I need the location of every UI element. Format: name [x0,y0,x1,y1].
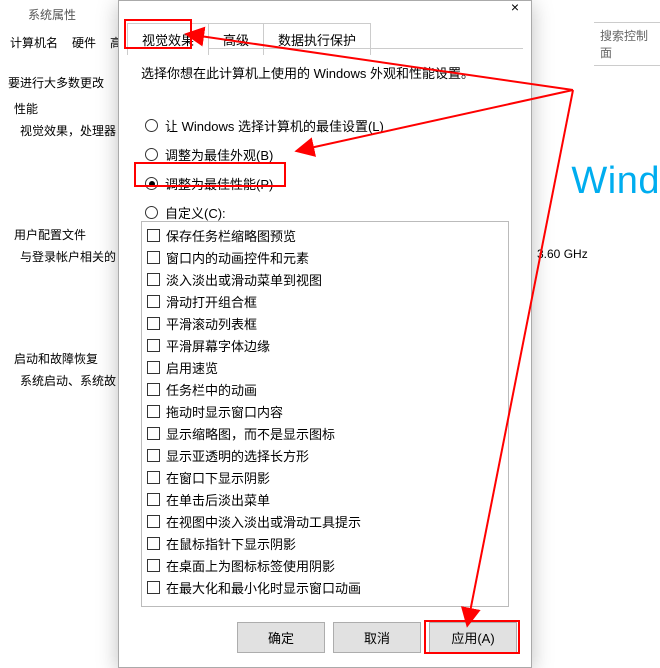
apply-button[interactable]: 应用(A) [429,622,517,653]
radio-icon [145,177,158,190]
profile-group-desc: 与登录帐户相关的 [20,248,116,265]
tab-visual-effects[interactable]: 视觉效果 [127,23,209,55]
check-item[interactable]: 在最大化和最小化时显示窗口动画 [146,576,504,598]
check-label: 在最大化和最小化时显示窗口动画 [166,578,361,597]
check-item[interactable]: 在视图中淡入淡出或滑动工具提示 [146,510,504,532]
checkbox-icon [147,405,160,418]
checkbox-icon [147,559,160,572]
check-label: 保存任务栏缩略图预览 [166,226,296,245]
check-item[interactable]: 平滑滚动列表框 [146,312,504,334]
radio-label: 让 Windows 选择计算机的最佳设置(L) [165,116,384,135]
check-item[interactable]: 任务栏中的动画 [146,378,504,400]
tab-dep[interactable]: 数据执行保护 [263,23,371,55]
check-item[interactable]: 显示亚透明的选择长方形 [146,444,504,466]
check-item[interactable]: 在鼠标指针下显示阴影 [146,532,504,554]
check-item[interactable]: 窗口内的动画控件和元素 [146,246,504,268]
check-label: 滑动打开组合框 [166,292,257,311]
checkbox-icon [147,471,160,484]
tab-hardware[interactable]: 硬件 [70,30,98,55]
check-label: 显示缩略图，而不是显示图标 [166,424,335,443]
checkbox-icon [147,317,160,330]
check-label: 在窗口下显示阴影 [166,468,270,487]
checkbox-icon [147,581,160,594]
perf-group-header: 性能 [14,100,38,117]
check-item[interactable]: 在窗口下显示阴影 [146,466,504,488]
check-label: 显示亚透明的选择长方形 [166,446,309,465]
checkbox-icon [147,515,160,528]
checkbox-icon [147,273,160,286]
radio-label: 调整为最佳性能(P) [165,174,273,193]
check-item[interactable]: 保存任务栏缩略图预览 [146,224,504,246]
checkbox-icon [147,229,160,242]
check-label: 平滑屏幕字体边缘 [166,336,270,355]
cpu-frequency-label: 3.60 GHz [537,247,588,261]
startup-group-desc: 系统启动、系统故 [20,372,116,389]
check-label: 启用速览 [166,358,218,377]
checkbox-icon [147,361,160,374]
checkbox-icon [147,427,160,440]
radio-best-look[interactable]: 调整为最佳外观(B) [141,140,509,169]
check-label: 平滑滚动列表框 [166,314,257,333]
radio-group: 让 Windows 选择计算机的最佳设置(L) 调整为最佳外观(B) 调整为最佳… [141,111,509,227]
cancel-button[interactable]: 取消 [333,622,421,653]
radio-label: 自定义(C): [165,203,226,222]
back-window-tabs: 计算机名 硬件 高级 [8,30,136,55]
radio-icon [145,206,158,219]
radio-let-windows[interactable]: 让 Windows 选择计算机的最佳设置(L) [141,111,509,140]
check-item[interactable]: 淡入淡出或滑动菜单到视图 [146,268,504,290]
windows-brand-text: Wind [571,160,660,203]
check-item[interactable]: 显示缩略图，而不是显示图标 [146,422,504,444]
close-icon[interactable]: × [503,0,527,15]
dialog-buttons: 确定 取消 应用(A) [237,622,517,653]
check-item[interactable]: 滑动打开组合框 [146,290,504,312]
performance-options-dialog: × 视觉效果 高级 数据执行保护 选择你想在此计算机上使用的 Windows 外… [118,0,532,668]
check-item[interactable]: 平滑屏幕字体边缘 [146,334,504,356]
tab-computer-name[interactable]: 计算机名 [8,30,60,55]
check-label: 任务栏中的动画 [166,380,257,399]
check-label: 在单击后淡出菜单 [166,490,270,509]
check-label: 拖动时显示窗口内容 [166,402,283,421]
profile-group-header: 用户配置文件 [14,226,86,243]
check-label: 在桌面上为图标标签使用阴影 [166,556,335,575]
radio-label: 调整为最佳外观(B) [165,145,273,164]
checkbox-icon [147,493,160,506]
radio-best-performance[interactable]: 调整为最佳性能(P) [141,169,509,198]
check-item[interactable]: 拖动时显示窗口内容 [146,400,504,422]
radio-icon [145,119,158,132]
check-item[interactable]: 在单击后淡出菜单 [146,488,504,510]
radio-icon [145,148,158,161]
back-window-title: 系统属性 [28,6,76,23]
checkbox-icon [147,449,160,462]
check-label: 淡入淡出或滑动菜单到视图 [166,270,322,289]
dialog-tabs: 视觉效果 高级 数据执行保护 [127,23,371,55]
check-item[interactable]: 在桌面上为图标标签使用阴影 [146,554,504,576]
checkbox-icon [147,339,160,352]
checkbox-icon [147,383,160,396]
intro-text: 选择你想在此计算机上使用的 Windows 外观和性能设置。 [141,63,509,82]
change-notice: 要进行大多数更改 [8,74,104,91]
startup-group-header: 启动和故障恢复 [14,350,98,367]
checkbox-icon [147,295,160,308]
visual-effects-list[interactable]: 保存任务栏缩略图预览窗口内的动画控件和元素淡入淡出或滑动菜单到视图滑动打开组合框… [141,221,509,607]
ok-button[interactable]: 确定 [237,622,325,653]
check-label: 在视图中淡入淡出或滑动工具提示 [166,512,361,531]
checkbox-icon [147,537,160,550]
search-control-panel-input[interactable]: 搜索控制面 [594,22,660,66]
checkbox-icon [147,251,160,264]
check-label: 窗口内的动画控件和元素 [166,248,309,267]
check-item[interactable]: 启用速览 [146,356,504,378]
check-label: 在鼠标指针下显示阴影 [166,534,296,553]
tab-advanced[interactable]: 高级 [208,23,264,55]
perf-group-desc: 视觉效果，处理器 [20,122,116,139]
